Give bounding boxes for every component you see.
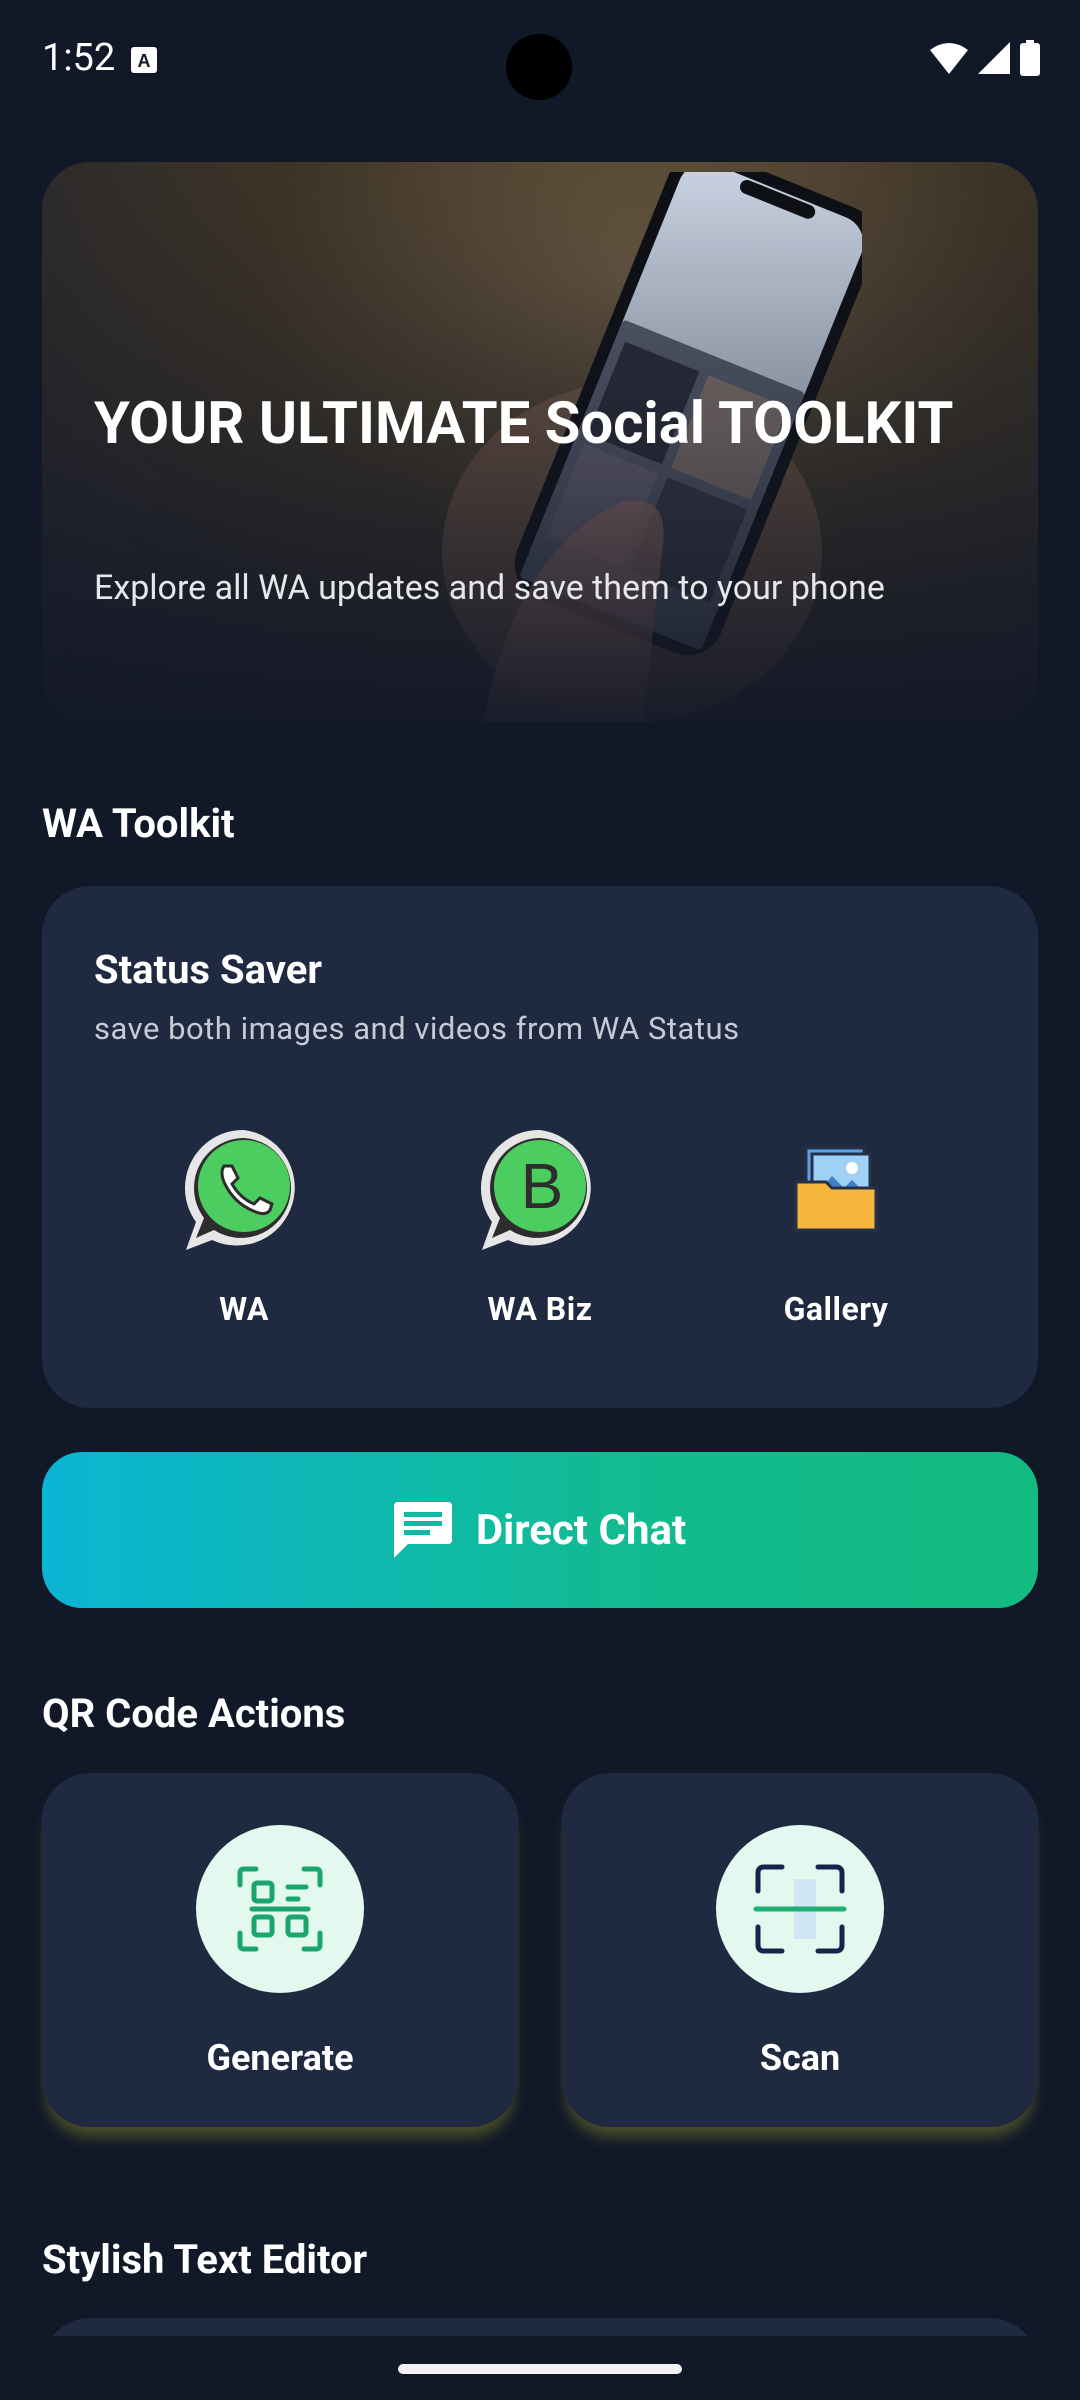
notification-icon: A	[131, 47, 157, 73]
wa-biz-button[interactable]: B WA Biz	[440, 1126, 640, 1328]
whatsapp-icon	[184, 1129, 295, 1250]
home-indicator[interactable]	[398, 2364, 682, 2374]
qr-scan-icon	[753, 1864, 847, 1954]
svg-text:B: B	[521, 1150, 564, 1222]
status-time: 1:52	[42, 36, 116, 80]
qr-generate-icon	[237, 1866, 323, 1952]
signal-icon	[978, 42, 1010, 74]
section-title-qr-actions: QR Code Actions	[42, 1690, 346, 1737]
wa-label: WA	[219, 1290, 269, 1328]
qr-generate-label: Generate	[206, 2037, 354, 2079]
qr-generate-card[interactable]: Generate	[42, 1773, 518, 2127]
direct-chat-button[interactable]: Direct Chat	[42, 1452, 1038, 1608]
hero-title: YOUR ULTIMATE Social TOOLKIT	[94, 390, 954, 458]
battery-icon	[1020, 40, 1040, 76]
section-title-stylish-text: Stylish Text Editor	[42, 2236, 368, 2283]
wifi-icon	[930, 43, 968, 74]
camera-cutout	[506, 34, 572, 100]
gallery-folder-icon	[794, 1146, 878, 1232]
status-bar: 1:52 A	[0, 0, 1080, 120]
section-title-wa-toolkit: WA Toolkit	[42, 800, 235, 847]
wa-biz-label: WA Biz	[487, 1290, 593, 1328]
system-icons	[930, 40, 1040, 76]
hero-banner[interactable]: YOUR ULTIMATE Social TOOLKIT Explore all…	[42, 162, 1038, 722]
gallery-label: Gallery	[783, 1290, 889, 1328]
svg-text:A: A	[138, 51, 151, 71]
hero-subtitle: Explore all WA updates and save them to …	[94, 568, 885, 608]
whatsapp-business-icon: B	[480, 1129, 591, 1250]
status-saver-card: Status Saver save both images and videos…	[42, 886, 1038, 1408]
gallery-button[interactable]: Gallery	[736, 1126, 936, 1328]
direct-chat-label: Direct Chat	[475, 1505, 687, 1555]
status-saver-subtitle: save both images and videos from WA Stat…	[94, 1010, 740, 1047]
chat-bubble-icon	[393, 1502, 452, 1558]
qr-scan-card[interactable]: Scan	[562, 1773, 1038, 2127]
wa-button[interactable]: WA	[144, 1126, 344, 1328]
status-saver-title: Status Saver	[94, 946, 322, 993]
qr-scan-label: Scan	[759, 2037, 841, 2079]
